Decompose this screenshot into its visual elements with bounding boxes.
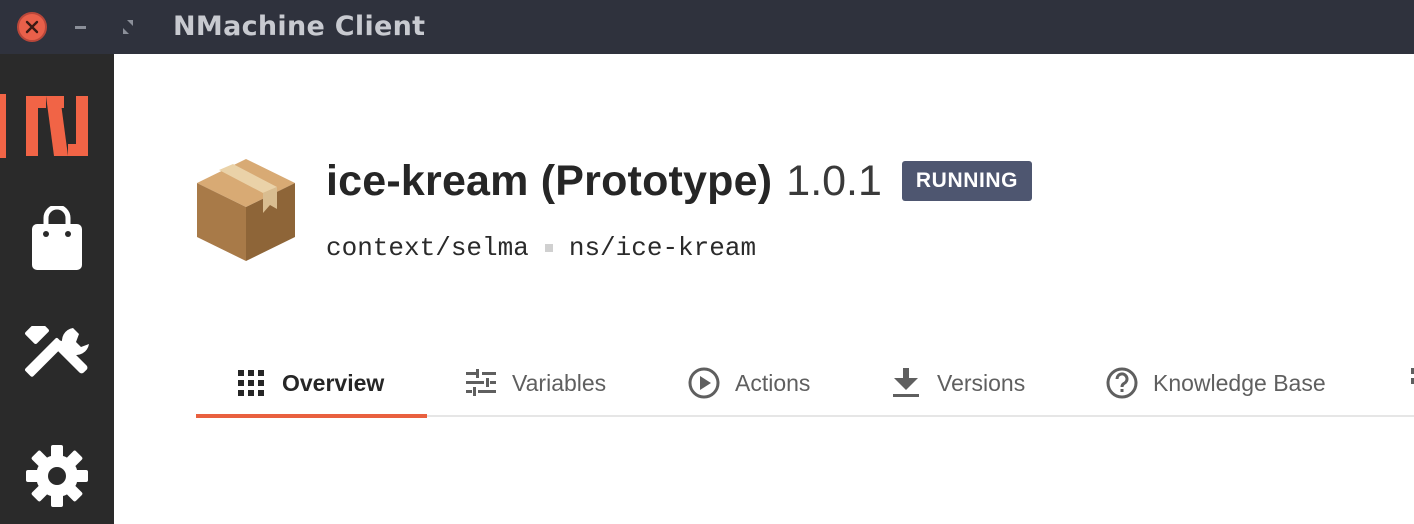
package-box-icon	[193, 155, 299, 263]
sidebar-item-store[interactable]	[0, 206, 114, 272]
tab-label: Versions	[937, 369, 1026, 396]
download-icon	[889, 366, 923, 400]
sidebar-item-home[interactable]	[0, 94, 114, 158]
app-title-row: ice-kream (Prototype) 1.0.1 RUNNING	[326, 150, 1033, 212]
play-circle-icon	[687, 366, 721, 400]
nmachine-logo-icon	[26, 96, 88, 156]
tab-label: Actions	[735, 369, 811, 396]
app-version: 1.0.1	[786, 156, 882, 205]
tab-label: Overview	[282, 369, 385, 396]
tab-label: Variables	[512, 369, 607, 396]
shopping-bag-icon	[32, 206, 82, 270]
tab-knowledge-base[interactable]: Knowledge Base	[1105, 350, 1326, 416]
app-meta: context/selma ns/ice-kream	[326, 232, 756, 264]
sidebar	[0, 54, 114, 524]
tab-overview[interactable]: Overview	[234, 350, 384, 416]
meta-separator	[544, 244, 553, 252]
tab-label: Knowledge Base	[1153, 369, 1326, 396]
window-title: NMachine Client	[173, 11, 426, 42]
maximize-icon[interactable]	[116, 14, 140, 40]
sliders-icon	[464, 366, 498, 400]
tab-variables[interactable]: Variables	[464, 350, 606, 416]
app-namespace: ns/ice-kream	[568, 233, 757, 263]
help-circle-icon	[1105, 366, 1139, 400]
gear-icon	[26, 445, 88, 507]
close-icon[interactable]	[17, 12, 47, 42]
grid-icon	[234, 366, 268, 400]
tab-versions[interactable]: Versions	[889, 350, 1025, 416]
minimize-icon[interactable]	[70, 12, 92, 42]
sidebar-item-settings[interactable]	[0, 444, 114, 510]
tools-icon	[25, 326, 89, 377]
tab-overflow-icon[interactable]	[1404, 360, 1414, 394]
app-name: ice-kream (Prototype)	[326, 156, 773, 205]
sidebar-item-tools[interactable]	[0, 326, 114, 392]
tab-actions[interactable]: Actions	[687, 350, 810, 416]
status-badge: RUNNING	[901, 161, 1033, 201]
app-context: context/selma	[326, 233, 529, 263]
window-titlebar: NMachine Client	[0, 0, 1414, 54]
